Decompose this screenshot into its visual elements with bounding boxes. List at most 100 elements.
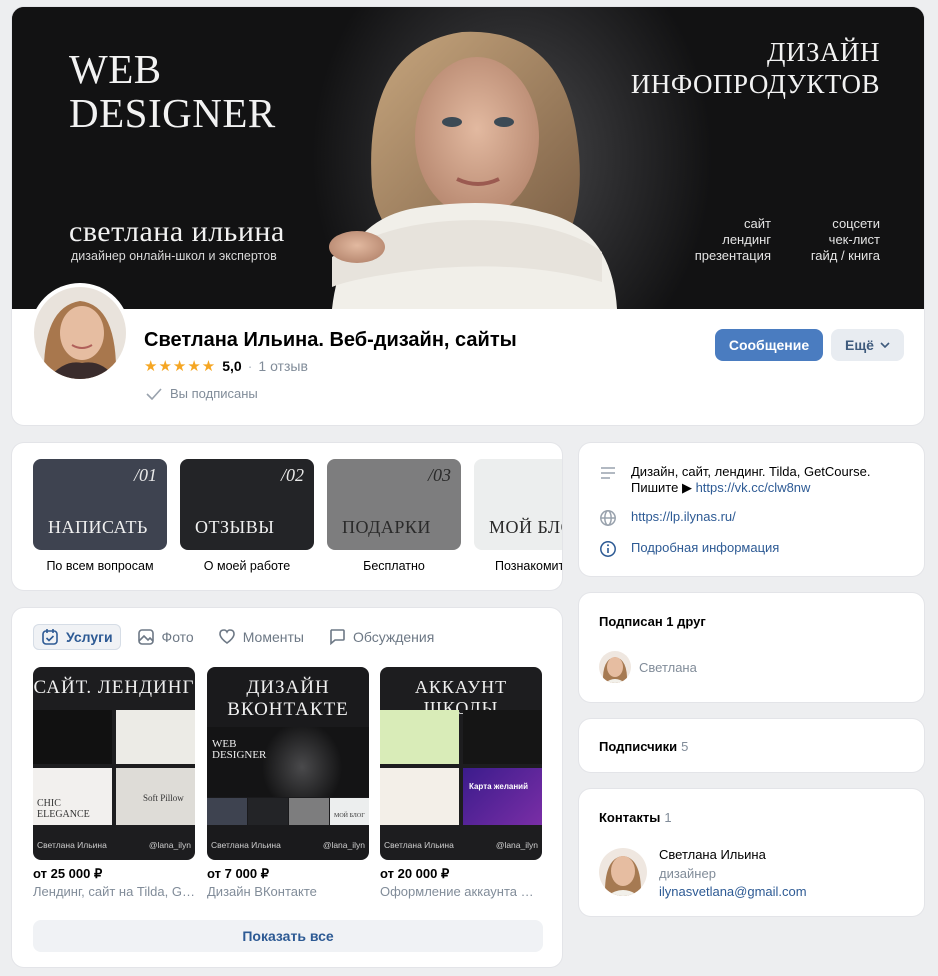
service-description: Оформление аккаунта школы (380, 884, 542, 899)
rating-value: 5,0 (222, 358, 242, 374)
image-icon (137, 629, 154, 645)
reviews-link[interactable]: 1 отзыв (258, 358, 308, 374)
friends-card: Подписан 1 друг Светлана (579, 593, 924, 702)
globe-icon (600, 510, 616, 526)
service-image-footer: @lana_ilyn (148, 840, 191, 850)
contact-email[interactable]: ilynasvetlana@gmail.com (659, 884, 807, 899)
cover-list-item: соцсети (832, 216, 880, 231)
cover-list-item: лендинг (722, 232, 771, 247)
tab-photos[interactable]: Фото (129, 624, 202, 650)
service-price: от 20 000 ₽ (380, 866, 450, 881)
star-rating-icon: ★★★★★ (144, 358, 217, 375)
friend-avatar[interactable] (599, 651, 631, 683)
quick-link-blog[interactable]: МОЙ БЛОГ (474, 459, 562, 550)
quick-link-caption[interactable]: По всем вопросам (33, 559, 167, 573)
cover-list-item: сайт (744, 216, 771, 231)
tile-number: /01 (133, 465, 157, 485)
service-price: от 7 000 ₽ (207, 866, 270, 881)
service-image: АККАУНТ ШКОЛЫ Карта желаний Светлана Иль… (380, 667, 542, 860)
rating-row[interactable]: ★★★★★ 5,0 · 1 отзыв (144, 357, 308, 375)
quick-link-caption[interactable]: Познакомиться (474, 559, 562, 573)
details-row[interactable]: Подробная информация (599, 540, 779, 558)
community-avatar[interactable] (30, 283, 130, 383)
service-description: Дизайн ВКонтакте (207, 884, 317, 899)
friends-heading[interactable]: Подписан 1 друг (599, 614, 706, 629)
quick-link-caption[interactable]: О моей работе (180, 559, 314, 573)
contacts-title: Контакты (599, 810, 661, 825)
subscribers-heading: Подписчики 5 (599, 739, 688, 754)
tile-number: /02 (280, 465, 304, 485)
service-price: от 25 000 ₽ (33, 866, 103, 881)
cover-title-line1: WEB (69, 46, 162, 92)
tab-label: Фото (161, 629, 194, 645)
cover-image: WEB DESIGNER светлана ильина дизайнер он… (12, 7, 924, 309)
quick-link-reviews[interactable]: /02 ОТЗЫВЫ (180, 459, 314, 550)
tile-title: МОЙ БЛОГ (489, 517, 562, 537)
quick-link-write[interactable]: /01 НАПИСАТЬ (33, 459, 167, 550)
description-text: Дизайн, сайт, лендинг. Tilda, GetCourse.… (631, 464, 870, 496)
service-inner-text: МОЙ БЛОГ (334, 813, 365, 819)
cover-list-item: презентация (694, 248, 771, 263)
message-button[interactable]: Сообщение (715, 329, 823, 361)
contacts-heading[interactable]: Контакты 1 (599, 810, 672, 825)
subscribers-card[interactable]: Подписчики 5 (579, 719, 924, 772)
avatar-image (34, 287, 126, 379)
heart-story-icon (218, 629, 235, 644)
service-image-footer: Светлана Ильина (384, 840, 454, 850)
calendar-check-icon (42, 629, 58, 645)
tile-number: /03 (427, 465, 451, 485)
services-card: Услуги Фото Моменты Обсуждения САЙТ. ЛЕН… (12, 608, 562, 967)
quick-links-card: /01 НАПИСАТЬ По всем вопросам /02 ОТЗЫВЫ… (12, 443, 562, 590)
cover-portrait (329, 31, 617, 309)
service-image-footer: Светлана Ильина (211, 840, 281, 850)
cover-services-list-left: сайт лендинг презентация (695, 216, 771, 264)
tab-label: Обсуждения (352, 629, 435, 645)
service-item[interactable]: АККАУНТ ШКОЛЫ Карта желаний Светлана Иль… (380, 667, 542, 899)
contact-name[interactable]: Светлана Ильина (659, 847, 766, 862)
description-line: Пишите ▶ (631, 480, 696, 495)
checkmark-icon (146, 387, 162, 400)
tile-title: ОТЗЫВЫ (195, 517, 275, 537)
friend-name[interactable]: Светлана (639, 660, 697, 675)
more-button-label: Ещё (845, 337, 874, 353)
service-image: САЙТ. ЛЕНДИНГ CHIC ELEGANCE Soft Pillow … (33, 667, 195, 860)
contacts-card: Контакты 1 Светлана Ильина дизайнер ilyna… (579, 789, 924, 916)
website-link[interactable]: https://lp.ilynas.ru/ (631, 509, 736, 527)
cover-right-line1: ДИЗАЙН (767, 37, 880, 67)
description-link[interactable]: https://vk.cc/clw8nw (696, 480, 811, 495)
service-image-title: ДИЗАЙН ВКОНТАКТЕ (227, 677, 349, 720)
service-image-footer: @lana_ilyn (495, 840, 538, 850)
contact-role: дизайнер (659, 866, 716, 881)
contact-avatar[interactable] (599, 848, 647, 896)
service-image-footer: Светлана Ильина (37, 840, 107, 850)
description-row: Дизайн, сайт, лендинг. Tilda, GetCourse.… (599, 464, 870, 496)
service-inner-text: CHIC ELEGANCE (37, 798, 90, 820)
cover-list-item: чек-лист (828, 232, 880, 247)
show-all-button[interactable]: Показать все (33, 920, 543, 952)
subscribers-title: Подписчики (599, 739, 678, 754)
service-image-title: САЙТ. ЛЕНДИНГ (33, 677, 195, 698)
more-button[interactable]: Ещё (831, 329, 904, 361)
cover-right-line2: ИНФОПРОДУКТОВ (630, 69, 880, 99)
details-link[interactable]: Подробная информация (631, 540, 779, 558)
tile-title: ПОДАРКИ (342, 517, 431, 537)
chat-icon (330, 629, 345, 646)
subscribed-status[interactable]: Вы подписаны (146, 386, 258, 401)
quick-link-gifts[interactable]: /03 ПОДАРКИ (327, 459, 461, 550)
separator-dot: · (247, 358, 253, 374)
content-tabs: Услуги Фото Моменты Обсуждения (33, 624, 450, 650)
tab-discussions[interactable]: Обсуждения (320, 624, 442, 650)
text-lines-icon (601, 467, 615, 479)
tab-label: Услуги (66, 629, 113, 645)
tab-moments[interactable]: Моменты (210, 624, 312, 650)
quick-link-caption[interactable]: Бесплатно (327, 559, 461, 573)
tab-services[interactable]: Услуги (33, 624, 121, 650)
service-image-footer: @lana_ilyn (322, 840, 365, 850)
service-item[interactable]: САЙТ. ЛЕНДИНГ CHIC ELEGANCE Soft Pillow … (33, 667, 195, 899)
cover-services-list-right: соцсети чек-лист гайд / книга (811, 216, 880, 264)
service-inner-text: Soft Pillow (143, 793, 184, 803)
service-description: Лендинг, сайт на Tilda, GetCourse (33, 884, 195, 899)
service-item[interactable]: ДИЗАЙН ВКОНТАКТЕ WEB DESIGNER МОЙ БЛОГ С… (207, 667, 369, 899)
subscribers-count: 5 (681, 739, 689, 754)
subscribed-label: Вы подписаны (170, 386, 258, 401)
